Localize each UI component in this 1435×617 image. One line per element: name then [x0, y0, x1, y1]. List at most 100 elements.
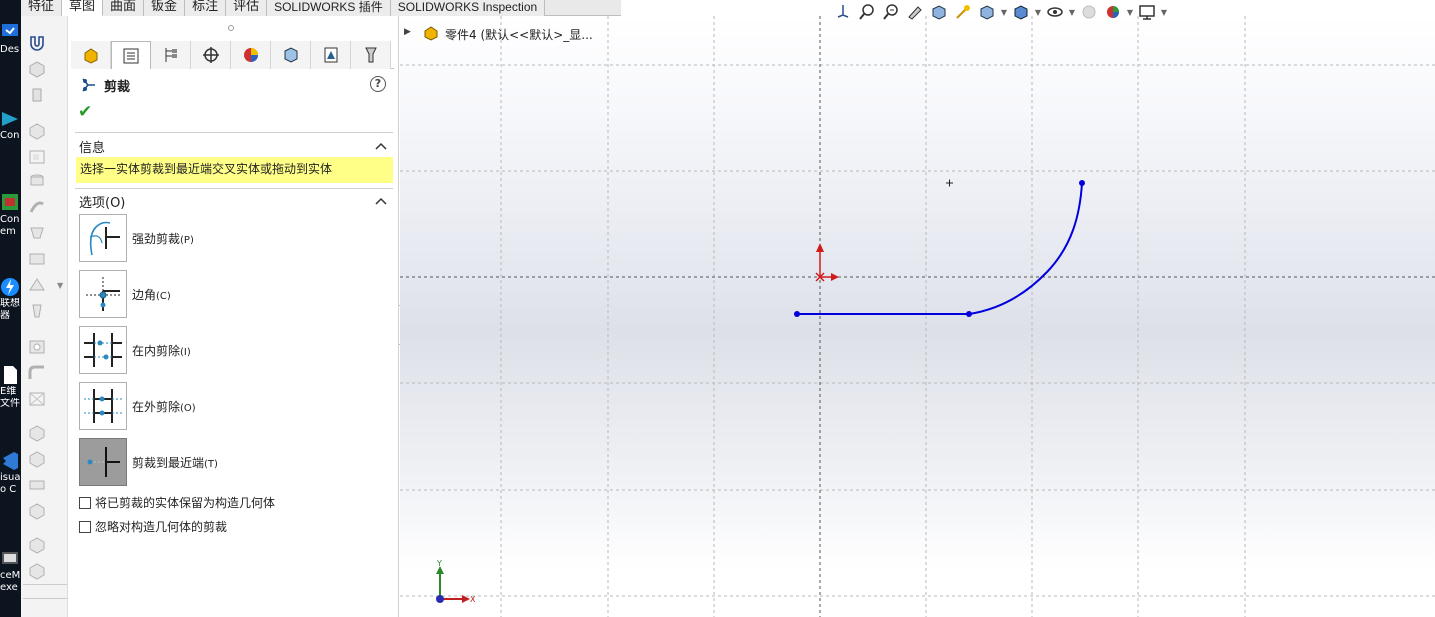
loft-icon[interactable] [27, 224, 47, 242]
view-orientation-cube-icon[interactable] [976, 1, 998, 23]
toolbar-divider [23, 584, 67, 585]
app-icon [2, 112, 18, 126]
desktop-shortcut-label-2: 器 [0, 310, 10, 321]
desktop-shortcut-con-em[interactable]: Con em [0, 192, 21, 238]
scale-icon[interactable] [27, 536, 47, 554]
display-style-icon[interactable] [1010, 1, 1032, 23]
flyout-arrow-icon[interactable]: ▼ [57, 281, 63, 290]
ignore-construction-row[interactable]: 忽略对构造几何体的剪裁 [79, 518, 227, 535]
command-manager-tabs: 特征 草图 曲面 钣金 标注 评估 SOLIDWORKS 插件 SOLIDWOR… [21, 0, 621, 16]
tab-solidworks-inspection[interactable]: SOLIDWORKS Inspection [390, 0, 546, 16]
extrude-icon[interactable] [27, 86, 47, 104]
keep-trimmed-as-construction-checkbox[interactable] [79, 496, 91, 509]
sketch-origin-icon[interactable] [815, 243, 839, 282]
tab-feature-manager[interactable] [71, 41, 111, 69]
feature-tree-item[interactable]: 零件4 (默认<<默认>_显... [445, 26, 593, 43]
zoom-to-area-icon[interactable] [880, 1, 902, 23]
help-icon[interactable]: ? [370, 76, 386, 92]
ignore-construction-checkbox[interactable] [79, 520, 91, 533]
part-icon[interactable] [422, 24, 440, 42]
tab-solidworks-addins[interactable]: SOLIDWORKS 插件 [267, 0, 391, 16]
shell-icon[interactable] [27, 250, 47, 268]
ignore-construction-label: 忽略对构造几何体的剪裁 [95, 520, 228, 534]
desktop-shortcut-des[interactable]: Des [0, 22, 21, 56]
view-orientation-icon[interactable] [832, 1, 854, 23]
desktop-shortcut-file[interactable]: E维 文件 [0, 364, 21, 410]
section-view-icon[interactable] [928, 1, 950, 23]
ok-check-button[interactable]: ✔ [78, 102, 92, 122]
sketch-spline [968, 182, 1083, 315]
dropdown-arrow-icon[interactable]: ▼ [1068, 8, 1076, 17]
zoom-to-fit-icon[interactable] [856, 1, 878, 23]
desktop-shortcut-lenovo[interactable]: 联想 器 [0, 276, 21, 322]
combine-icon[interactable] [27, 450, 47, 468]
tab-expand[interactable] [351, 41, 391, 69]
apply-scene-icon[interactable] [1102, 1, 1124, 23]
tab-property-manager[interactable] [111, 41, 151, 69]
dropdown-arrow-icon[interactable]: ▼ [1034, 8, 1042, 17]
desktop-shortcut-exe[interactable]: ceM exe [0, 548, 21, 594]
tab-display-manager[interactable] [231, 41, 271, 69]
graphics-area[interactable]: Y X [400, 16, 1435, 617]
rib-icon[interactable] [27, 276, 47, 294]
sweep-icon[interactable] [27, 198, 47, 216]
hide-show-items-icon[interactable] [1044, 1, 1066, 23]
desktop-shortcut-label-2: 文件 [0, 398, 20, 409]
desktop-shortcut-label-2: em [0, 226, 16, 237]
mirror-icon[interactable] [27, 424, 47, 442]
pattern-icon[interactable] [27, 390, 47, 408]
trim-to-closest-icon [87, 447, 120, 477]
tab-cam-manager[interactable] [271, 41, 311, 69]
sketch-canvas[interactable]: Y X [400, 16, 1435, 617]
option-trim-to-closest-button[interactable] [79, 438, 127, 486]
move-icon[interactable] [27, 502, 47, 520]
feature-icon[interactable] [27, 122, 47, 140]
option-corner-button[interactable] [79, 270, 127, 318]
option-trim-to-closest-label: 剪裁到最近端(T) [132, 456, 218, 470]
tab-dimxpert-manager[interactable] [191, 41, 231, 69]
keep-trimmed-as-construction-row[interactable]: 将已剪裁的实体保留为构造几何体 [79, 494, 275, 511]
sketch-entities[interactable] [794, 180, 1085, 317]
previous-view-icon[interactable] [904, 1, 926, 23]
tab-sketch[interactable]: 草图 [62, 0, 104, 16]
magnet-icon[interactable] [27, 34, 47, 52]
cylinder-icon[interactable] [27, 172, 47, 190]
desktop-shortcut-label: E维 [0, 386, 17, 397]
view-settings-icon[interactable] [1136, 1, 1158, 23]
app-icon [2, 552, 18, 564]
plane-icon[interactable] [27, 148, 47, 166]
desktop-shortcut-con[interactable]: Con [0, 108, 21, 142]
panel-grip-handle[interactable] [228, 25, 234, 31]
desktop-shortcut-visual-studio[interactable]: isua o C [0, 450, 21, 496]
vscode-icon [3, 452, 18, 470]
tab-configuration-manager[interactable] [151, 41, 191, 69]
dynamic-annotation-icon[interactable] [952, 1, 974, 23]
edit-appearance-icon[interactable] [1078, 1, 1100, 23]
dropdown-arrow-icon[interactable]: ▼ [1126, 8, 1134, 17]
collapse-chevron-icon[interactable] [375, 141, 387, 151]
tab-evaluate[interactable]: 评估 [226, 0, 268, 16]
fillet-icon[interactable] [27, 364, 47, 382]
tab-simulation-manager[interactable] [311, 41, 351, 69]
option-power-trim-button[interactable] [79, 214, 127, 262]
tab-annotation[interactable]: 标注 [185, 0, 227, 16]
dropdown-arrow-icon[interactable]: ▼ [1160, 8, 1168, 17]
desktop-shortcut-label-2: o C [0, 484, 17, 495]
dropdown-arrow-icon[interactable]: ▼ [1000, 8, 1008, 17]
option-trim-outside-button[interactable] [79, 382, 127, 430]
collapse-chevron-icon[interactable] [375, 196, 387, 206]
tab-features[interactable]: 特征 [21, 0, 63, 16]
sketch-grid [400, 16, 1435, 617]
tab-sheet-metal[interactable]: 钣金 [144, 0, 186, 16]
simulation-icon [324, 47, 337, 63]
intersect-icon[interactable] [27, 562, 47, 580]
option-trim-inside-button[interactable] [79, 326, 127, 374]
hole-icon[interactable] [27, 338, 47, 356]
expand-caret-icon[interactable]: ▶ [404, 27, 411, 37]
draft-icon[interactable] [27, 302, 47, 320]
split-icon[interactable] [27, 476, 47, 494]
box-icon[interactable] [27, 60, 47, 78]
tab-surfaces[interactable]: 曲面 [103, 0, 145, 16]
cursor-crosshair-icon [946, 179, 953, 187]
property-manager-title: 剪裁 [104, 80, 131, 95]
